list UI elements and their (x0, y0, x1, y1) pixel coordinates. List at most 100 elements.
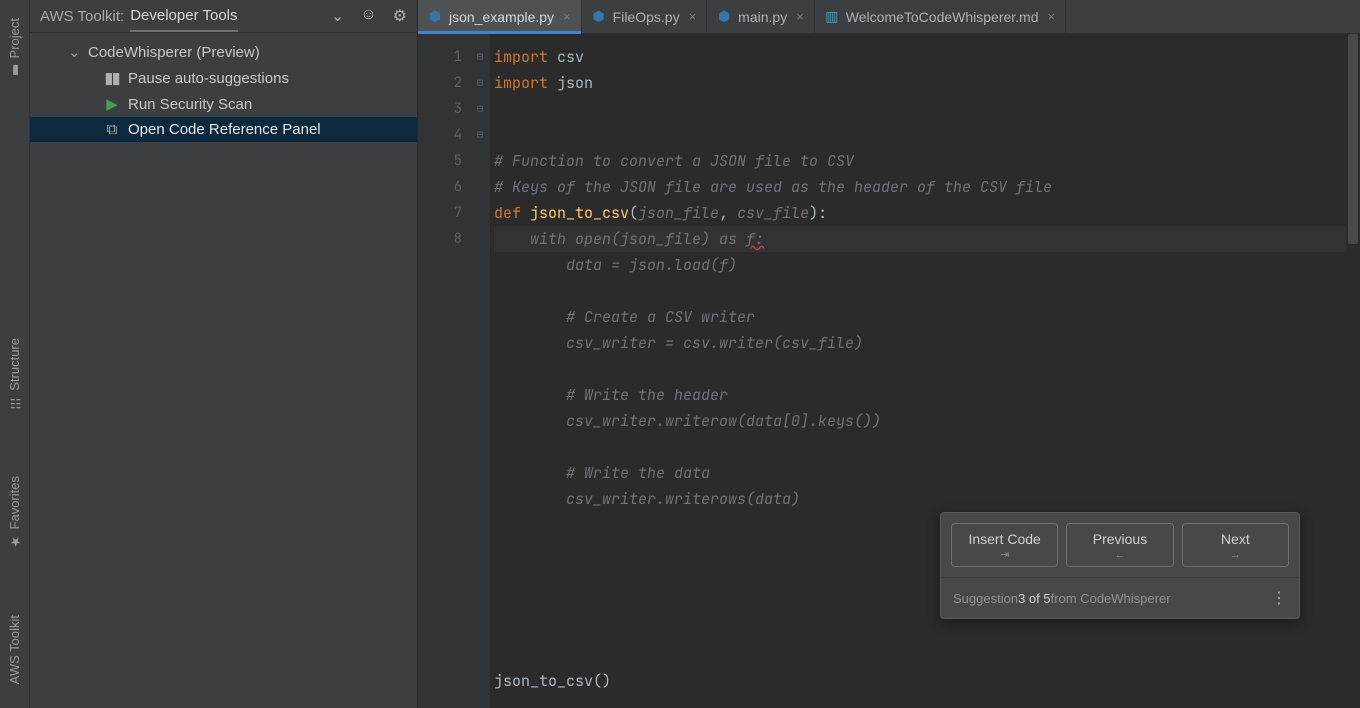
suggestion-popup: Insert Code ⇥ Previous ← Next → Suggesti… (940, 512, 1300, 619)
chevron-down-icon[interactable]: ⌄ (331, 6, 344, 26)
line-number: 3 (418, 96, 462, 122)
close-icon[interactable]: × (689, 9, 697, 24)
sidebar-subtitle[interactable]: Developer Tools (130, 7, 237, 32)
tree-item-label: Run Security Scan (128, 96, 252, 113)
code-token: csv (548, 47, 584, 67)
python-icon: ⬢ (717, 10, 731, 24)
tree-item-label: Open Code Reference Panel (128, 121, 321, 138)
line-number: 1 (418, 44, 462, 70)
code-suggestion: with (494, 229, 575, 249)
previous-button[interactable]: Previous ← (1066, 523, 1173, 567)
line-number: 7 (418, 200, 462, 226)
rail-favorites[interactable]: ★ Favorites (7, 470, 22, 554)
code-suggestion: csv_writer.writerows(data) (494, 489, 800, 509)
tab-welcome-md[interactable]: ▥ WelcomeToCodeWhisperer.md × (815, 0, 1066, 33)
rail-structure[interactable]: ☷ Structure (7, 332, 22, 416)
arrow-right-icon: → (1187, 548, 1284, 562)
code-comment: # Keys of the JSON file are used as the … (494, 177, 1052, 197)
button-label: Next (1221, 531, 1250, 547)
tree-root[interactable]: ⌄ CodeWhisperer (Preview) (30, 39, 417, 65)
tab-json-example[interactable]: ⬢ json_example.py × (418, 0, 582, 33)
tab-label: json_example.py (449, 9, 554, 25)
line-number: 8 (418, 226, 462, 252)
pause-icon: ▮▮ (104, 69, 120, 87)
insert-code-button[interactable]: Insert Code ⇥ (951, 523, 1058, 567)
code-token: json_to_csv() (494, 671, 611, 691)
next-button[interactable]: Next → (1182, 523, 1289, 567)
code-token: def (494, 203, 530, 223)
tab-label: FileOps.py (613, 9, 680, 25)
rail-aws-toolkit[interactable]: AWS Toolkit (7, 609, 22, 690)
tree-item-security-scan[interactable]: ▶ Run Security Scan (30, 91, 417, 117)
code-suggestion: open(json_file) (575, 229, 719, 249)
rail-aws-label: AWS Toolkit (7, 615, 22, 684)
line-number: 6 (418, 174, 462, 200)
close-icon[interactable]: × (796, 9, 804, 24)
scrollbar[interactable] (1346, 34, 1360, 708)
python-icon: ⬢ (428, 10, 442, 24)
sidebar-title: AWS Toolkit: (40, 8, 124, 25)
tab-fileops[interactable]: ⬢ FileOps.py × (582, 0, 708, 33)
status-text: from CodeWhisperer (1051, 591, 1171, 606)
code-suggestion: # Write the data (494, 463, 710, 483)
code-suggestion: # Write the header (494, 385, 728, 405)
tab-main[interactable]: ⬢ main.py × (707, 0, 815, 33)
tree-item-pause[interactable]: ▮▮ Pause auto-suggestions (30, 65, 417, 91)
gutter: 1 2 3 4 5 6 7 8 (418, 34, 470, 708)
star-icon: ★ (8, 535, 22, 549)
code-token: import (494, 73, 548, 93)
suggestion-status: Suggestion 3 of 5 from CodeWhisperer ⋮ (941, 577, 1299, 618)
code-token: json (548, 73, 593, 93)
more-icon[interactable]: ⋮ (1271, 588, 1287, 608)
tab-icon: ⇥ (956, 548, 1053, 562)
sidebar-header: AWS Toolkit: Developer Tools ⌄ ☺ ⚙ (30, 0, 417, 33)
rail-project-label: Project (7, 18, 22, 58)
scrollbar-thumb[interactable] (1348, 34, 1358, 244)
gear-icon[interactable]: ⚙ (393, 6, 407, 26)
rail-structure-label: Structure (7, 338, 22, 391)
code-suggestion: # Create a CSV writer (494, 307, 755, 327)
rail-favorites-label: Favorites (7, 476, 22, 529)
smiley-icon[interactable]: ☺ (360, 6, 376, 26)
button-label: Insert Code (968, 531, 1040, 547)
code-suggestion: csv_writer.writerow(data[0].keys()) (494, 411, 881, 431)
python-icon: ⬢ (592, 10, 606, 24)
tab-label: WelcomeToCodeWhisperer.md (846, 9, 1039, 25)
line-number: 2 (418, 70, 462, 96)
code-token: ): (809, 203, 827, 223)
code-suggestion: f: (746, 229, 764, 249)
fold-gutter: ⊟⊟⊟⊟ (470, 34, 490, 708)
line-number: 4 (418, 122, 462, 148)
left-rail: ▮ Project ☷ Structure ★ Favorites AWS To… (0, 0, 30, 708)
tree-item-code-reference[interactable]: ⧉ Open Code Reference Panel (30, 117, 417, 142)
reference-icon: ⧉ (104, 121, 120, 138)
code-token: json_file (638, 203, 719, 223)
code-suggestion: as (719, 229, 746, 249)
close-icon[interactable]: × (563, 9, 571, 24)
code-token: csv_file (737, 203, 809, 223)
code-comment: # Function to convert a JSON file to CSV (494, 151, 854, 171)
status-count: 3 of 5 (1018, 591, 1051, 606)
line-number: 5 (418, 148, 462, 174)
chevron-down-icon: ⌄ (68, 43, 80, 61)
code-token: ( (629, 203, 638, 223)
tab-label: main.py (738, 9, 787, 25)
arrow-left-icon: ← (1071, 548, 1168, 562)
close-icon[interactable]: × (1048, 9, 1056, 24)
folder-icon: ▮ (8, 63, 22, 77)
structure-icon: ☷ (8, 396, 22, 410)
tree-root-label: CodeWhisperer (Preview) (88, 44, 260, 61)
code-token: , (719, 203, 737, 223)
code-token: json_to_csv (530, 203, 629, 223)
code-token: import (494, 47, 548, 67)
play-icon: ▶ (104, 95, 120, 113)
sidebar: AWS Toolkit: Developer Tools ⌄ ☺ ⚙ ⌄ Cod… (30, 0, 418, 708)
editor-tabs: ⬢ json_example.py × ⬢ FileOps.py × ⬢ mai… (418, 0, 1360, 34)
code-suggestion: csv_writer = csv.writer(csv_file) (494, 333, 863, 353)
status-text: Suggestion (953, 591, 1018, 606)
rail-project[interactable]: ▮ Project (7, 12, 22, 83)
button-label: Previous (1093, 531, 1147, 547)
code-suggestion: data = json.load(f) (494, 255, 737, 275)
editor-area: ⬢ json_example.py × ⬢ FileOps.py × ⬢ mai… (418, 0, 1360, 708)
tree-item-label: Pause auto-suggestions (128, 70, 289, 87)
